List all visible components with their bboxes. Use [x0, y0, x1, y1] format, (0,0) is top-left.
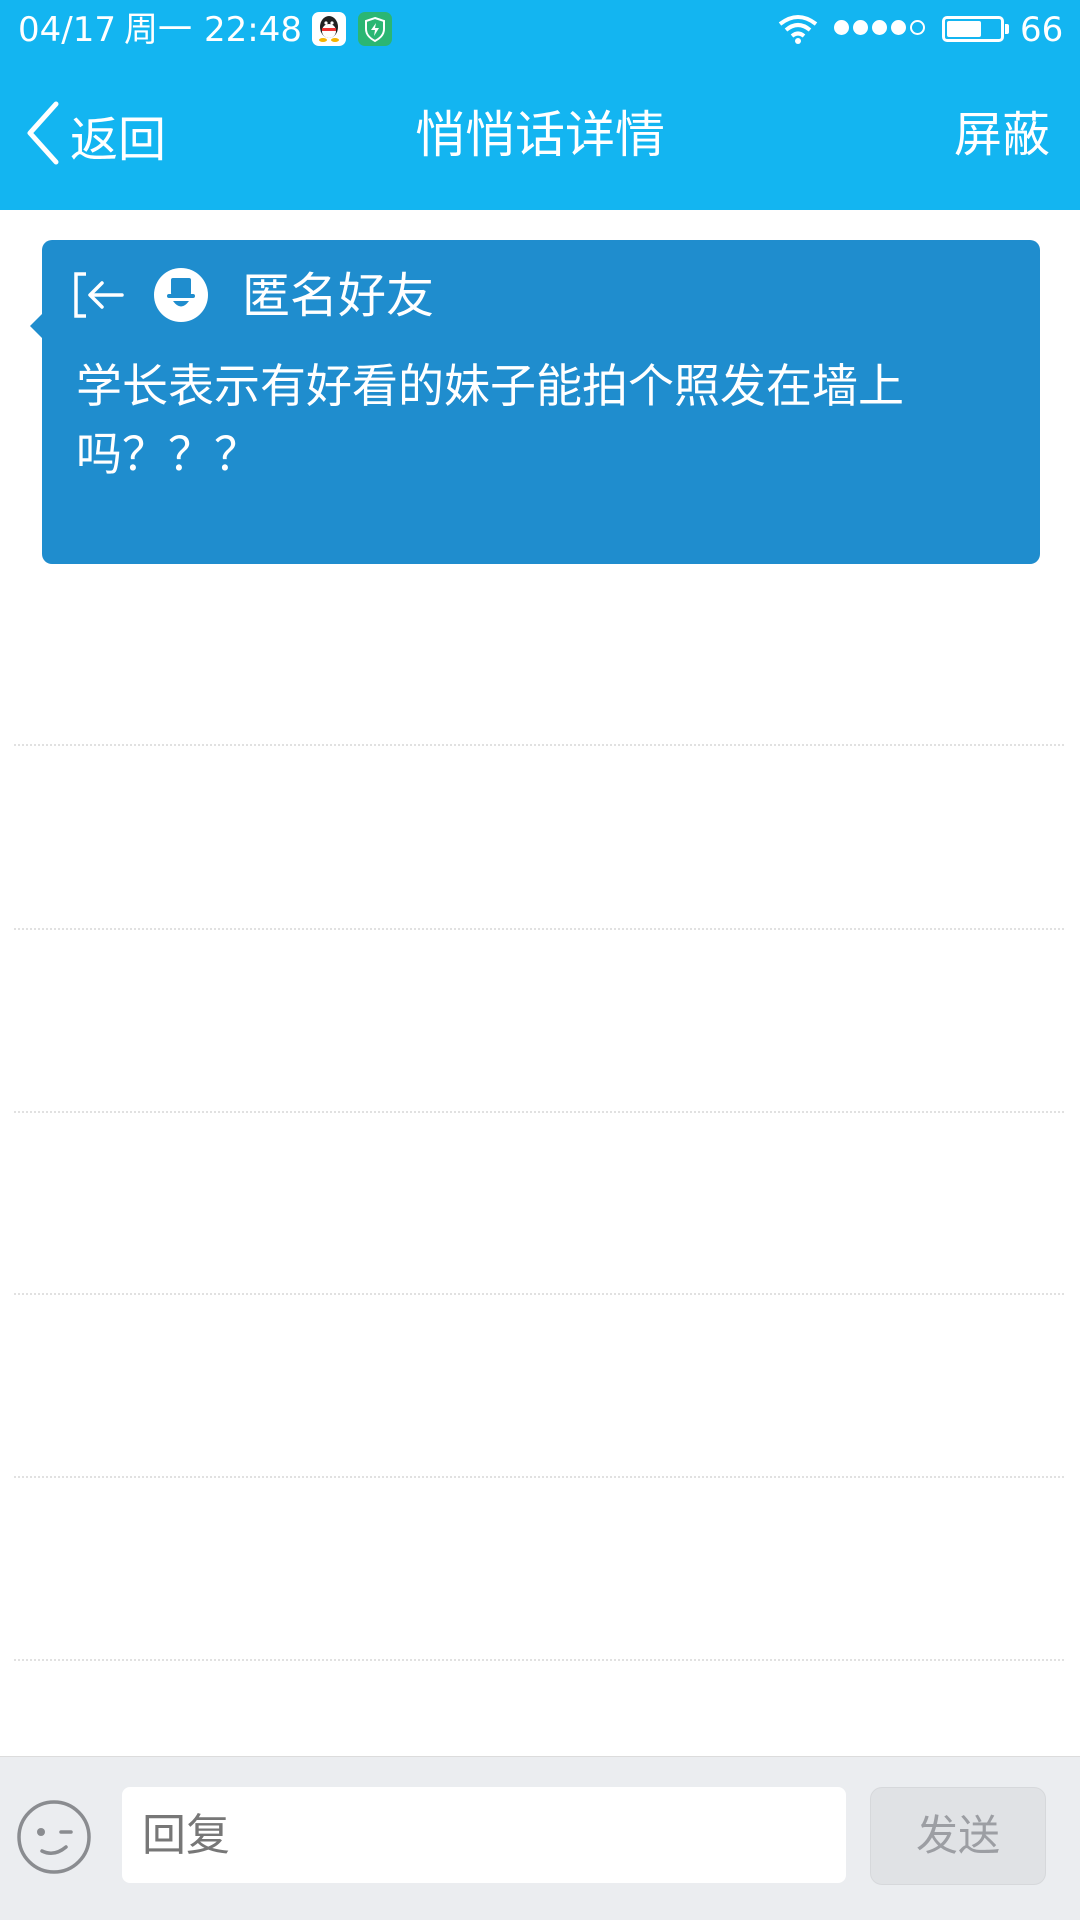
status-time: 22:48: [204, 10, 302, 50]
status-bar: 04/17 周一 22:48 66: [0, 0, 1080, 60]
nav-bar: 返回 悄悄话详情 屏蔽: [0, 60, 1080, 210]
battery-level: 66: [1020, 10, 1064, 50]
reply-input[interactable]: [122, 1787, 846, 1883]
line-divider: [14, 1111, 1064, 1113]
shield-icon: [358, 12, 392, 46]
signal-dot: [853, 20, 868, 35]
battery-icon: [942, 16, 1009, 42]
emoji-icon[interactable]: [16, 1799, 92, 1875]
app-screen: 04/17 周一 22:48 66 返回 悄悄话详情 屏蔽 匿名好友 学长表示有…: [0, 0, 1080, 1920]
signal-dot: [891, 20, 906, 35]
signal-dot: [872, 20, 887, 35]
line-divider: [14, 1659, 1064, 1661]
battery-nub: [1005, 24, 1009, 34]
wifi-icon: [778, 12, 818, 46]
send-button[interactable]: 发送: [870, 1787, 1046, 1885]
page-title: 悄悄话详情: [415, 106, 665, 164]
block-button[interactable]: 屏蔽: [954, 100, 1050, 170]
input-bar: 发送: [0, 1756, 1080, 1920]
status-date: 04/17: [18, 10, 116, 50]
status-weekday: 周一: [124, 10, 192, 50]
reply-icon[interactable]: [72, 270, 126, 320]
sender-name: 匿名好友: [242, 268, 435, 324]
anonymous-avatar-icon: [154, 268, 208, 322]
battery-fill: [947, 21, 981, 37]
message-card: 匿名好友 学长表示有好看的妹子能拍个照发在墙上吗？？？: [30, 240, 1040, 564]
line-divider: [14, 744, 1064, 746]
signal-dot: [910, 20, 925, 35]
header: 04/17 周一 22:48 66 返回 悄悄话详情 屏蔽: [0, 0, 1080, 210]
card-pointer: [30, 314, 42, 338]
qq-icon: [312, 12, 346, 46]
line-divider: [14, 1476, 1064, 1478]
message-text: 学长表示有好看的妹子能拍个照发在墙上吗？？？: [76, 359, 904, 481]
line-divider: [14, 928, 1064, 930]
line-divider: [14, 1293, 1064, 1295]
signal-icon: [834, 20, 925, 38]
signal-dot: [834, 20, 849, 35]
